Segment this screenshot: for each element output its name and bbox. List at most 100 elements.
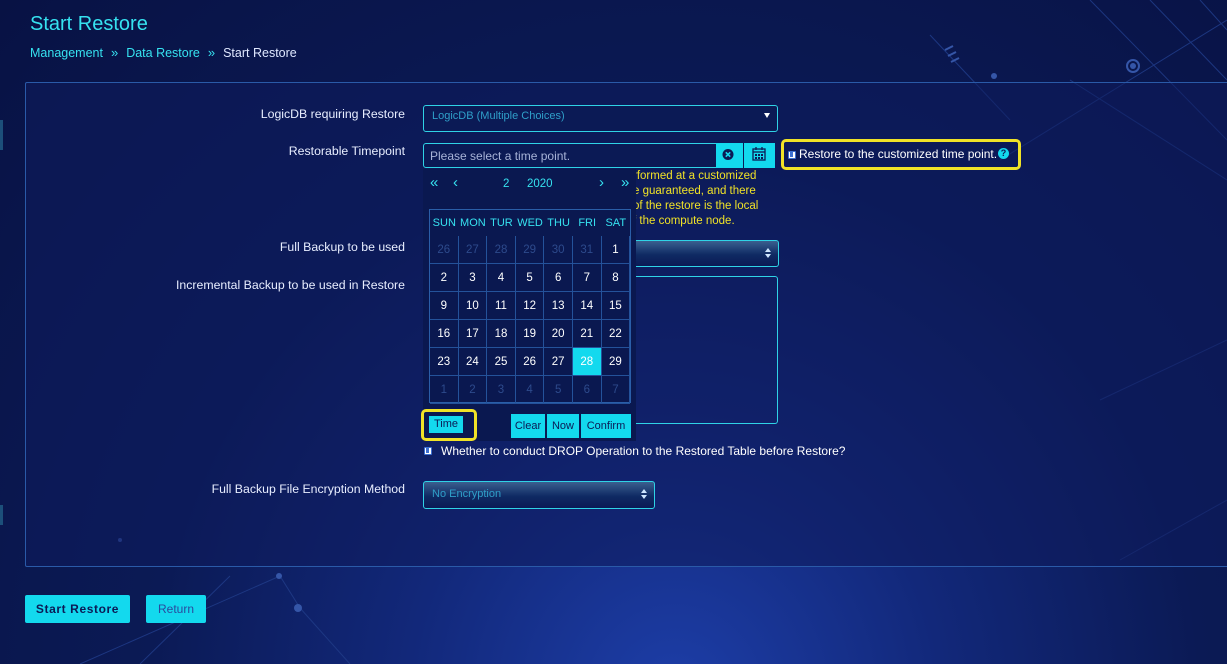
incremental-backup-list[interactable] [633,276,778,424]
encryption-select[interactable]: No Encryption [423,481,655,509]
day-cell[interactable]: 3 [458,264,488,292]
page-title: Start Restore [30,13,148,35]
weekday-label: THU [547,217,570,229]
left-edge-accent [0,505,3,525]
next-year-button[interactable]: » [621,175,629,191]
logicdb-label: LogicDB requiring Restore [260,107,405,121]
note-line: f the compute node. [633,215,735,227]
day-cell[interactable]: 4 [515,376,545,404]
day-cell[interactable]: 27 [544,348,573,376]
calendar-icon [752,147,766,161]
weekday-label: MON [460,217,486,229]
prev-year-button[interactable]: « [430,175,438,191]
day-cell[interactable]: 18 [487,320,516,348]
clear-timepoint-button[interactable] [716,143,744,168]
drop-table-checkbox[interactable] [424,447,432,455]
updown-arrow-icon [641,489,647,499]
day-cell[interactable]: 5 [515,264,545,292]
timepoint-label: Restorable Timepoint [288,144,405,158]
datepicker-year[interactable]: 2020 [527,178,553,190]
timepoint-input[interactable] [423,143,719,168]
datepicker-grid: SUN MON TUR WED THU FRI SAT 26 27 28 29 30 31… [429,209,631,404]
next-month-button[interactable]: › [599,175,604,191]
day-cell[interactable]: 8 [601,264,631,292]
chevron-double-right-icon: » [110,45,119,60]
day-cell[interactable]: 7 [573,264,602,292]
custom-time-label: Restore to the customized time point. [799,147,998,161]
day-cell[interactable]: 23 [430,348,459,376]
day-cell[interactable]: 25 [487,348,516,376]
prev-month-button[interactable]: ‹ [453,175,458,191]
time-button[interactable]: Time [429,416,463,433]
note-line: of the restore is the local [633,200,759,212]
day-cell[interactable]: 28 [573,348,602,376]
day-cell[interactable]: 29 [601,348,631,376]
day-cell[interactable]: 6 [544,264,573,292]
day-cell[interactable]: 2 [430,264,459,292]
weekday-label: TUR [490,217,513,229]
start-restore-button[interactable]: Start Restore [25,595,130,623]
clear-button[interactable]: Clear [511,414,546,438]
day-cell[interactable]: 9 [430,292,459,320]
breadcrumb-current: Start Restore [223,45,297,60]
day-cell[interactable]: 1 [601,236,631,264]
breadcrumb: Management » Data Restore » Start Restor… [30,45,297,60]
close-circle-icon [722,149,734,160]
day-cell[interactable]: 6 [573,376,602,404]
help-icon[interactable]: ? [998,148,1009,159]
full-backup-label: Full Backup to be used [279,240,405,254]
day-cell[interactable]: 19 [515,320,545,348]
day-cell[interactable]: 15 [601,292,631,320]
drop-table-label: Whether to conduct DROP Operation to the… [441,444,846,458]
updown-arrow-icon [765,248,771,258]
return-button[interactable]: Return [146,595,206,623]
day-cell[interactable]: 3 [487,376,516,404]
note-line: e guaranteed, and there [633,185,756,197]
weekday-label: SAT [605,217,627,229]
day-cell[interactable]: 17 [458,320,488,348]
day-cell[interactable]: 30 [544,236,573,264]
caret-down-icon [764,113,770,118]
day-cell[interactable]: 10 [458,292,488,320]
day-cell[interactable]: 13 [544,292,573,320]
day-cell[interactable]: 5 [544,376,573,404]
breadcrumb-management[interactable]: Management [30,46,103,60]
now-button[interactable]: Now [547,414,580,438]
day-cell[interactable]: 28 [487,236,516,264]
custom-time-note: rformed at a customized e guaranteed, an… [633,169,783,229]
day-cell[interactable]: 4 [487,264,516,292]
note-line: rformed at a customized [633,170,757,182]
day-cell[interactable]: 21 [573,320,602,348]
encryption-label: Full Backup File Encryption Method [211,482,405,496]
custom-time-checkbox[interactable] [788,151,796,159]
day-cell[interactable]: 20 [544,320,573,348]
day-cell[interactable]: 29 [515,236,545,264]
day-cell[interactable]: 24 [458,348,488,376]
calendar-button[interactable] [744,143,775,168]
day-cell[interactable]: 31 [573,236,602,264]
day-cell[interactable]: 27 [458,236,488,264]
day-cell[interactable]: 7 [601,376,631,404]
day-cell[interactable]: 16 [430,320,459,348]
datepicker-month[interactable]: 2 [503,178,509,190]
breadcrumb-data-restore[interactable]: Data Restore [126,46,200,60]
day-cell[interactable]: 22 [601,320,631,348]
confirm-button[interactable]: Confirm [581,414,631,438]
day-cell[interactable]: 2 [458,376,488,404]
weekday-label: FRI [578,217,597,229]
logicdb-multiselect[interactable]: LogicDB (Multiple Choices) [423,105,778,132]
incremental-backup-label: Incremental Backup to be used in Restore [176,278,405,292]
day-cell[interactable]: 14 [573,292,602,320]
datepicker: « ‹ 2 2020 › » SUN MON TUR WED THU FRI S… [421,169,636,441]
weekday-label: WED [517,217,543,229]
encryption-value: No Encryption [432,488,502,500]
day-cell[interactable]: 26 [430,236,459,264]
day-cell[interactable]: 11 [487,292,516,320]
day-cell[interactable]: 12 [515,292,545,320]
day-cell[interactable]: 26 [515,348,545,376]
chevron-double-right-icon: » [207,45,216,60]
weekday-header: SUN MON TUR WED THU FRI SAT [430,210,630,236]
weekday-label: SUN [432,217,456,229]
day-cell[interactable]: 1 [430,376,459,404]
full-backup-select[interactable] [633,240,779,267]
